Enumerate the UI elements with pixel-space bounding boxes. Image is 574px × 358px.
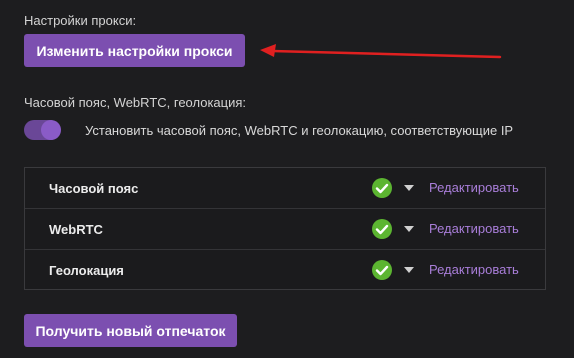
geo-section-label: Часовой пояс, WebRTC, геолокация: — [24, 95, 247, 110]
change-proxy-settings-button[interactable]: Изменить настройки прокси — [24, 34, 245, 67]
edit-webrtc-link[interactable]: Редактировать — [429, 221, 519, 236]
timezone-label: Часовой пояс — [49, 181, 139, 196]
geo-settings-table: Часовой пояс Редактировать WebRTC Редакт… — [24, 167, 546, 290]
geolocation-row: Геолокация Редактировать — [25, 250, 545, 291]
annotation-arrow — [260, 44, 502, 59]
geolocation-label: Геолокация — [49, 263, 124, 278]
new-fingerprint-button[interactable]: Получить новый отпечаток — [24, 314, 237, 347]
edit-timezone-link[interactable]: Редактировать — [429, 180, 519, 195]
match-ip-toggle-label: Установить часовой пояс, WebRTC и геолок… — [85, 123, 514, 138]
check-icon — [372, 260, 392, 280]
webrtc-label: WebRTC — [49, 222, 103, 237]
webrtc-row: WebRTC Редактировать — [25, 209, 545, 250]
check-icon — [372, 219, 392, 239]
edit-geolocation-link[interactable]: Редактировать — [429, 262, 519, 277]
proxy-section-label: Настройки прокси: — [24, 13, 137, 28]
match-ip-toggle[interactable] — [24, 120, 61, 140]
timezone-row: Часовой пояс Редактировать — [25, 168, 545, 209]
check-icon — [372, 178, 392, 198]
chevron-down-icon[interactable] — [404, 226, 414, 232]
toggle-knob — [41, 120, 61, 140]
chevron-down-icon[interactable] — [404, 267, 414, 273]
chevron-down-icon[interactable] — [404, 185, 414, 191]
